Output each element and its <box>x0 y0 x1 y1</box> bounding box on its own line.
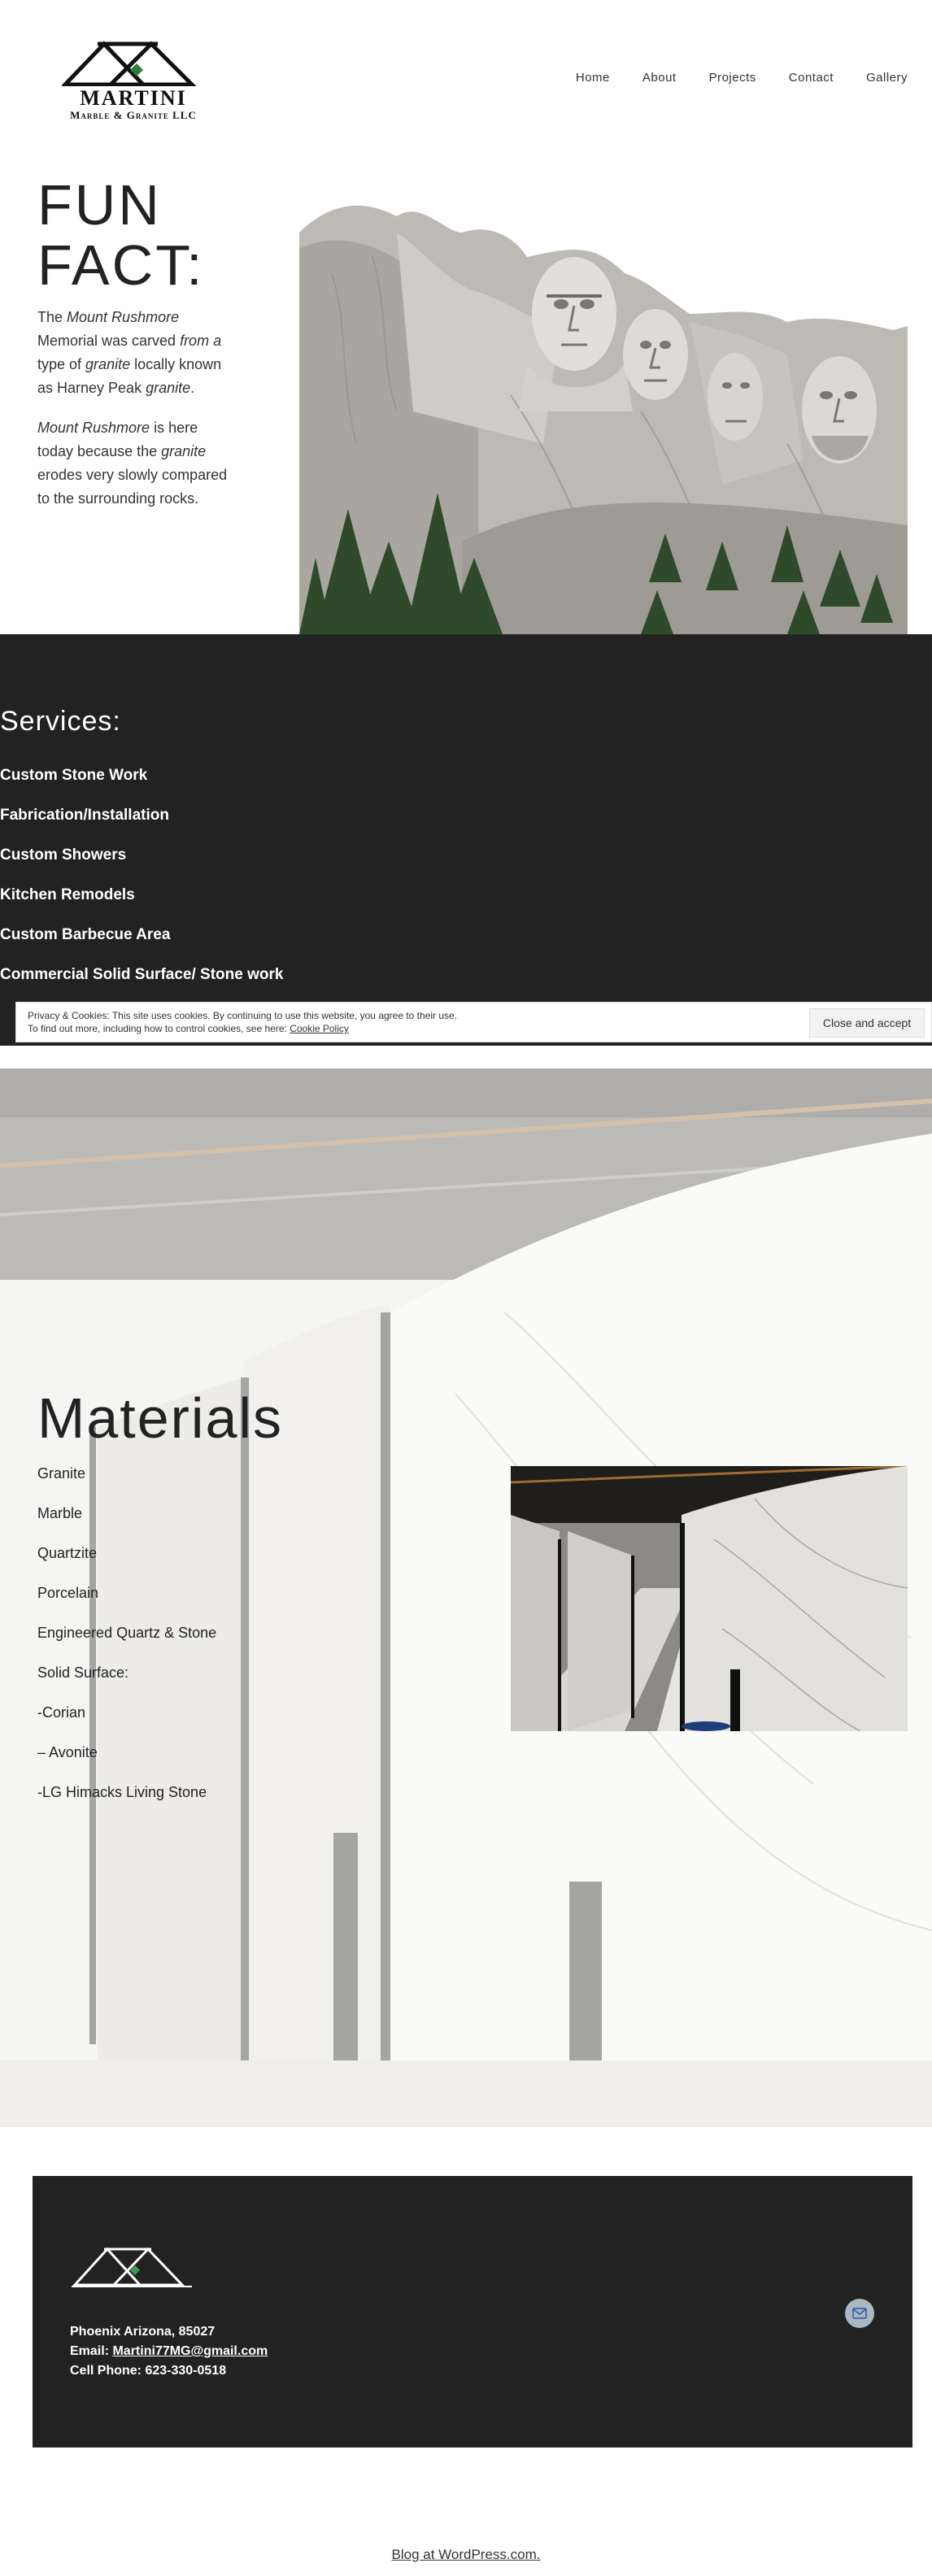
nav-gallery[interactable]: Gallery <box>866 71 908 85</box>
material-item: Marble <box>37 1505 83 1521</box>
service-item: Custom Barbecue Area <box>0 926 171 943</box>
services-heading: Services: <box>0 706 121 737</box>
material-item: Engineered Quartz & Stone <box>37 1625 217 1641</box>
cookie-banner: Privacy & Cookies: This site uses cookie… <box>15 1002 932 1042</box>
service-item: Commercial Solid Surface/ Stone work <box>0 966 284 983</box>
cookie-notice-text: Privacy & Cookies: This site uses cookie… <box>28 1010 458 1034</box>
email-line: Email: Martini77MG@gmail.com <box>70 2344 268 2358</box>
contact-info: Phoenix Arizona, 85027 Email: Martini77M… <box>70 2322 268 2381</box>
cookie-policy-link[interactable]: Cookie Policy <box>290 1023 349 1034</box>
site-header: MARTINI Marble & Granite LLC Home About … <box>0 0 932 163</box>
fun-fact-heading-line1: FUN <box>37 173 162 237</box>
material-item: – Avonite <box>37 1744 98 1760</box>
services-list: Custom Stone Work Fabrication/Installati… <box>0 767 283 1006</box>
material-item: -LG Himacks Living Stone <box>37 1784 207 1800</box>
email-social-button[interactable] <box>845 2299 874 2328</box>
fun-fact-paragraph-2: Mount Rushmore is here today because the… <box>37 420 228 507</box>
material-item: Solid Surface: <box>37 1664 129 1681</box>
nav-projects[interactable]: Projects <box>709 71 756 85</box>
wordpress-credit-link[interactable]: Blog at WordPress.com. <box>392 2547 541 2562</box>
site-footer: Phoenix Arizona, 85027 Email: Martini77M… <box>33 2176 912 2448</box>
materials-list: Granite Marble Quartzite Porcelain Engin… <box>37 1465 216 1824</box>
nav-about[interactable]: About <box>642 71 677 85</box>
fun-fact-text: The Mount Rushmore Memorial was carved f… <box>37 306 233 527</box>
slab-showroom-photo <box>511 1466 908 1731</box>
email-link[interactable]: Martini77MG@gmail.com <box>112 2344 268 2358</box>
address: Phoenix Arizona, 85027 <box>70 2325 216 2339</box>
service-item: Fabrication/Installation <box>0 807 169 824</box>
nav-home[interactable]: Home <box>576 71 610 85</box>
service-item: Kitchen Remodels <box>0 886 135 903</box>
main-nav: Home About Projects Contact Gallery <box>576 71 908 85</box>
site-credit: Blog at WordPress.com. <box>0 2547 932 2563</box>
material-item: Porcelain <box>37 1585 99 1601</box>
materials-heading: Materials <box>37 1386 283 1450</box>
nav-contact[interactable]: Contact <box>789 71 834 85</box>
close-and-accept-button[interactable]: Close and accept <box>809 1008 925 1038</box>
fun-fact-paragraph-1: The Mount Rushmore Memorial was carved f… <box>37 309 222 396</box>
logo-name: MARTINI <box>80 86 187 110</box>
envelope-icon <box>852 2308 867 2319</box>
footer-mountain-logo-icon <box>72 2247 192 2287</box>
site-logo[interactable]: MARTINI Marble & Granite LLC <box>37 41 229 125</box>
material-item: -Corian <box>37 1704 86 1721</box>
phone: Cell Phone: 623-330-0518 <box>70 2364 227 2378</box>
material-item: Granite <box>37 1465 86 1482</box>
service-item: Custom Showers <box>0 846 127 864</box>
materials-section: Materials Granite Marble Quartzite Porce… <box>0 1068 932 2127</box>
fun-fact-heading: FUN FACT: <box>37 175 205 295</box>
logo-tagline: Marble & Granite LLC <box>70 109 197 121</box>
mount-rushmore-image <box>299 200 908 634</box>
fun-fact-heading-line2: FACT: <box>37 233 205 297</box>
material-item: Quartzite <box>37 1545 98 1561</box>
mountain-logo-icon <box>62 41 197 86</box>
services-section: Services: Custom Stone Work Fabrication/… <box>0 634 932 1046</box>
service-item: Custom Stone Work <box>0 767 148 784</box>
